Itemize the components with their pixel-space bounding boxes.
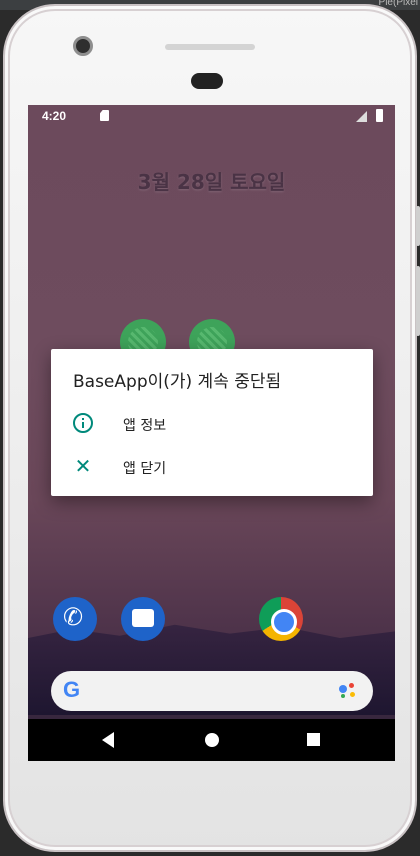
power-button[interactable] bbox=[416, 206, 420, 246]
sd-card-icon bbox=[100, 110, 109, 121]
close-icon: ✕ bbox=[74, 454, 92, 478]
back-icon[interactable] bbox=[102, 732, 114, 748]
earpiece bbox=[191, 73, 223, 89]
google-search-bar[interactable]: G bbox=[51, 671, 373, 711]
emulator-device-frame: 4:20 3월 28일 토요일 G BaseApp bbox=[3, 4, 420, 852]
info-icon bbox=[73, 413, 93, 433]
device-screen: 4:20 3월 28일 토요일 G BaseApp bbox=[28, 105, 395, 761]
recents-icon[interactable] bbox=[307, 733, 320, 746]
front-camera-icon bbox=[73, 36, 93, 56]
status-bar: 4:20 bbox=[28, 105, 395, 127]
app-info-label: 앱 정보 bbox=[123, 418, 167, 434]
assistant-icon[interactable] bbox=[339, 683, 359, 699]
close-app-option[interactable]: ✕ 앱 닫기 bbox=[51, 446, 373, 488]
navigation-bar bbox=[28, 719, 395, 761]
app-crash-dialog: BaseApp이(가) 계속 중단됨 앱 정보 ✕ 앱 닫기 bbox=[51, 349, 373, 496]
chrome-app-icon[interactable] bbox=[259, 597, 303, 641]
home-date: 3월 28일 토요일 bbox=[137, 170, 286, 194]
dialog-title: BaseApp이(가) 계속 중단됨 bbox=[73, 372, 282, 392]
phone-app-icon[interactable] bbox=[53, 597, 97, 641]
battery-icon bbox=[376, 109, 383, 122]
signal-icon bbox=[356, 111, 367, 122]
speaker-grille bbox=[165, 44, 255, 50]
home-icon[interactable] bbox=[205, 733, 219, 747]
volume-button[interactable] bbox=[416, 266, 420, 336]
messages-app-icon[interactable] bbox=[121, 597, 165, 641]
status-time: 4:20 bbox=[42, 109, 67, 123]
google-logo-icon: G bbox=[63, 677, 81, 702]
app-info-option[interactable]: 앱 정보 bbox=[51, 403, 373, 445]
close-app-label: 앱 닫기 bbox=[123, 461, 167, 477]
